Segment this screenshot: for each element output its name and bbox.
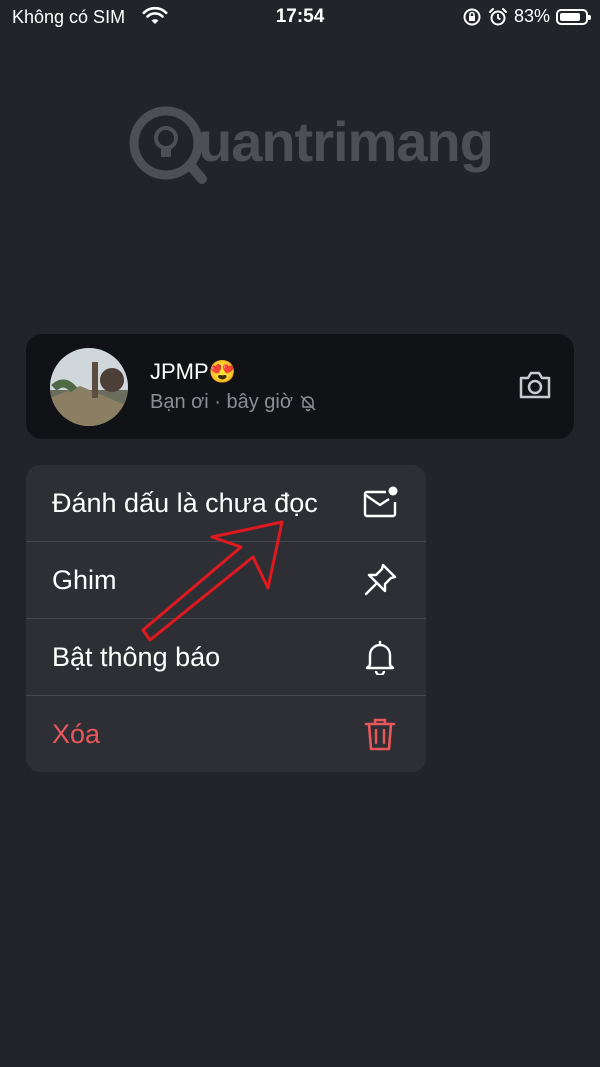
muted-bell-icon <box>300 394 316 411</box>
status-right: 83% <box>462 6 591 27</box>
chat-name-text: JPMP <box>150 359 209 384</box>
bell-icon <box>365 640 395 675</box>
avatar-image <box>50 348 128 426</box>
chat-preview-text: Bạn ơi · bây giờ <box>150 391 293 413</box>
mail-unread-icon <box>363 486 398 518</box>
battery-fill <box>560 12 580 21</box>
menu-item-pin[interactable]: Ghim <box>26 542 426 619</box>
chat-name: JPMP😍 <box>150 359 236 385</box>
heart-eyes-emoji: 😍 <box>208 359 237 384</box>
menu-item-enable-notifications[interactable]: Bật thông báo <box>26 619 426 696</box>
avatar[interactable] <box>50 348 128 426</box>
alarm-icon <box>488 7 507 25</box>
camera-icon[interactable] <box>518 370 552 400</box>
status-bar: Không có SIM 17:54 83% <box>0 0 600 34</box>
menu-item-label: Bật thông báo <box>52 642 221 672</box>
trash-icon <box>364 718 396 751</box>
lightbulb-logo-icon <box>129 106 207 184</box>
battery-icon <box>556 8 591 25</box>
menu-item-label: Xóa <box>52 719 101 749</box>
menu-item-delete[interactable]: Xóa <box>26 696 426 772</box>
context-menu: Đánh dấu là chưa đọc Ghim Bật thông báo … <box>26 465 426 772</box>
menu-item-mark-unread[interactable]: Đánh dấu là chưa đọc <box>26 465 426 542</box>
chat-preview: Bạn ơi · bây giờ <box>150 391 317 414</box>
menu-item-label: Đánh dấu là chưa đọc <box>52 488 318 518</box>
chat-preview-card[interactable]: JPMP😍 Bạn ơi · bây giờ <box>26 334 574 439</box>
watermark-text: uantrimang <box>198 110 494 173</box>
battery-percent: 83% <box>513 6 550 26</box>
pin-icon <box>364 563 397 596</box>
watermark-logo: uantrimang <box>128 105 494 185</box>
orientation-lock-icon <box>463 8 481 25</box>
menu-item-label: Ghim <box>52 565 117 595</box>
